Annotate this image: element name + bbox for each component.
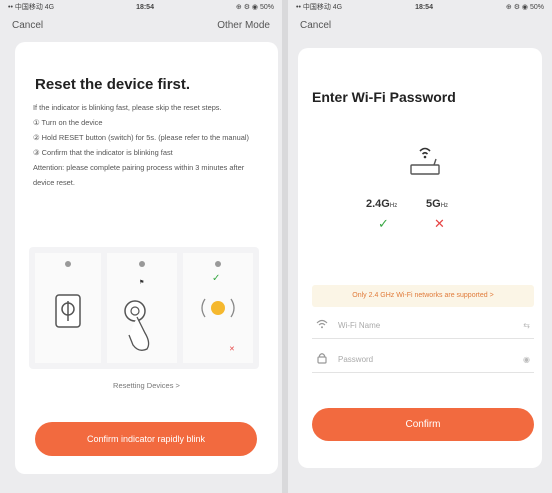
check-icon: ✓ [378,216,389,231]
wifi-card: Enter Wi-Fi Password 2.4GHz 5GHz ✓ ✕ Onl… [298,48,542,468]
instruction-line: ① Turn on the device [33,118,103,127]
wifi-name-field[interactable]: Wi-Fi Name ⇆ [312,312,534,339]
step1-panel [35,253,101,363]
eye-icon[interactable]: ◉ [523,355,534,364]
instruction-line: ② Hold RESET button (switch) for 5s. (pl… [33,133,249,142]
band-notice[interactable]: Only 2.4 GHz Wi-Fi networks are supporte… [312,285,534,307]
wifi-name-placeholder: Wi-Fi Name [338,320,381,330]
reset-instructions: If the indicator is blinking fast, pleas… [33,100,255,190]
reset-card: Reset the device first. If the indicator… [15,42,278,474]
screenshot-pair: •• 中国移动 4G 18:54 ⊕ ⚙ ◉ 50% Cancel Other … [0,0,552,493]
step3-panel: ✓ ✕ [183,253,253,363]
power-plug-icon [55,294,81,328]
cross-icon: ✕ [434,216,445,231]
flag-icon: ⚑ [139,280,145,286]
instruction-line: Attention: please complete pairing proce… [33,163,245,187]
wifi-icon [312,319,332,332]
clock-text: 18:54 [415,3,433,11]
press-button-hand-icon [124,300,150,351]
resetting-devices-link[interactable]: Resetting Devices > [15,381,278,390]
carrier-text: •• 中国移动 4G [296,4,343,11]
reset-screen: •• 中国移动 4G 18:54 ⊕ ⚙ ◉ 50% Cancel Other … [0,0,282,493]
indicator-off-icon [65,261,71,267]
reset-illustration: ⚑ ✓ ✕ [29,247,259,369]
status-bar: •• 中国移动 4G 18:54 ⊕ ⚙ ◉ 50% [288,0,552,14]
switch-network-icon[interactable]: ⇆ [523,321,534,330]
step2-panel: ⚑ [107,253,177,363]
nav-bar: Cancel [288,14,552,36]
check-icon: ✓ [212,273,221,284]
password-field[interactable]: Password ◉ [312,346,534,373]
cancel-button[interactable]: Cancel [12,20,43,31]
cancel-button[interactable]: Cancel [300,20,331,31]
carrier-text: •• 中国移动 4G [8,4,55,11]
router-icon [410,147,440,175]
lock-icon [312,352,332,367]
status-bar: •• 中国移动 4G 18:54 ⊕ ⚙ ◉ 50% [0,0,282,14]
indicator-off-icon [139,261,145,267]
confirm-blink-button[interactable]: Confirm indicator rapidly blink [35,422,257,456]
band-5ghz-label: 5GHz [426,198,449,210]
small-x-icon: ✕ [229,346,235,353]
page-title: Enter Wi-Fi Password [312,89,456,105]
clock-text: 18:54 [136,3,154,11]
wifi-screen: •• 中国移动 4G 18:54 ⊕ ⚙ ◉ 50% Cancel Enter … [288,0,552,493]
band-24ghz-label: 2.4GHz [366,198,398,210]
instruction-line: If the indicator is blinking fast, pleas… [33,103,222,112]
confirm-button[interactable]: Confirm [312,408,534,441]
other-mode-button[interactable]: Other Mode [217,20,270,31]
instruction-line: ③ Confirm that the indicator is blinking… [33,148,173,157]
blinking-light-icon [201,298,235,318]
indicator-off-icon [215,261,221,267]
page-title: Reset the device first. [35,76,191,93]
nav-bar: Cancel Other Mode [0,14,282,36]
status-icons: ⊕ ⚙ ◉ 50% [235,4,274,11]
password-placeholder: Password [338,354,374,364]
status-icons: ⊕ ⚙ ◉ 50% [505,4,544,11]
